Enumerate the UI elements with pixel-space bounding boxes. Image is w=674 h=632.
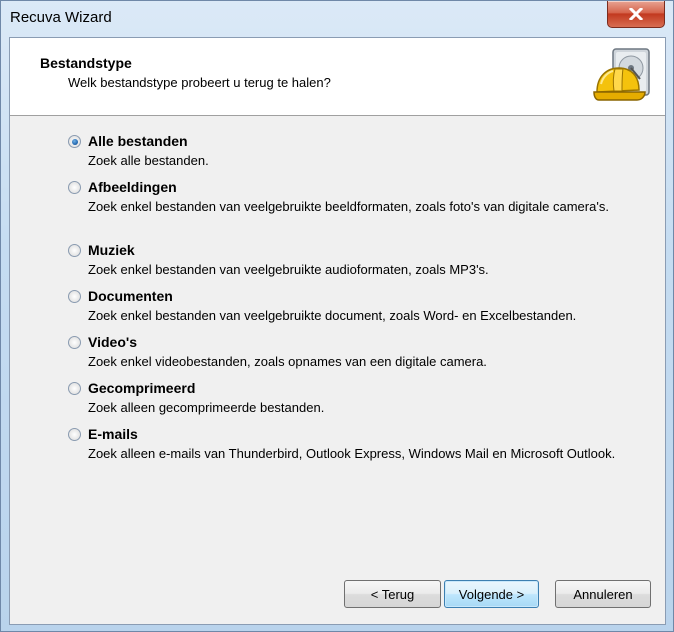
option-label[interactable]: Afbeeldingen [88, 179, 177, 195]
radio-music[interactable] [68, 244, 81, 257]
window-title: Recuva Wizard [10, 9, 112, 26]
radio-compressed[interactable] [68, 382, 81, 395]
option-description: Zoek enkel bestanden van veelgebruikte d… [88, 308, 577, 323]
option-label[interactable]: E-mails [88, 426, 138, 442]
option-description: Zoek enkel bestanden van veelgebruikte a… [88, 262, 489, 277]
close-button[interactable] [607, 1, 665, 28]
radio-documents[interactable] [68, 290, 81, 303]
wizard-footer: < Terug Volgende > Annuleren [10, 564, 665, 624]
hard-hat-disk-icon [593, 46, 655, 108]
option-label[interactable]: Gecomprimeerd [88, 380, 195, 396]
radio-all-files[interactable] [68, 135, 81, 148]
next-button[interactable]: Volgende > [444, 580, 539, 608]
option-label[interactable]: Documenten [88, 288, 173, 304]
option-description: Zoek alleen e-mails van Thunderbird, Out… [88, 446, 616, 461]
page-subtitle: Welk bestandstype probeert u terug te ha… [68, 75, 331, 90]
page-title: Bestandstype [40, 55, 132, 71]
cancel-button[interactable]: Annuleren [555, 580, 651, 608]
option-description: Zoek alleen gecomprimeerde bestanden. [88, 400, 325, 415]
option-label[interactable]: Video's [88, 334, 137, 350]
radio-emails[interactable] [68, 428, 81, 441]
close-icon [629, 8, 643, 20]
wizard-header: Bestandstype Welk bestandstype probeert … [10, 38, 665, 116]
radio-videos[interactable] [68, 336, 81, 349]
option-description: Zoek alle bestanden. [88, 153, 209, 168]
wizard-window: Recuva Wizard Bestandstype Welk bestands… [0, 0, 674, 632]
title-bar[interactable]: Recuva Wizard [1, 1, 673, 37]
option-description: Zoek enkel bestanden van veelgebruikte b… [88, 199, 609, 214]
back-button[interactable]: < Terug [344, 580, 441, 608]
wizard-client-area: Bestandstype Welk bestandstype probeert … [9, 37, 666, 625]
option-label[interactable]: Alle bestanden [88, 133, 188, 149]
option-description: Zoek enkel videobestanden, zoals opnames… [88, 354, 487, 369]
option-label[interactable]: Muziek [88, 242, 135, 258]
radio-images[interactable] [68, 181, 81, 194]
